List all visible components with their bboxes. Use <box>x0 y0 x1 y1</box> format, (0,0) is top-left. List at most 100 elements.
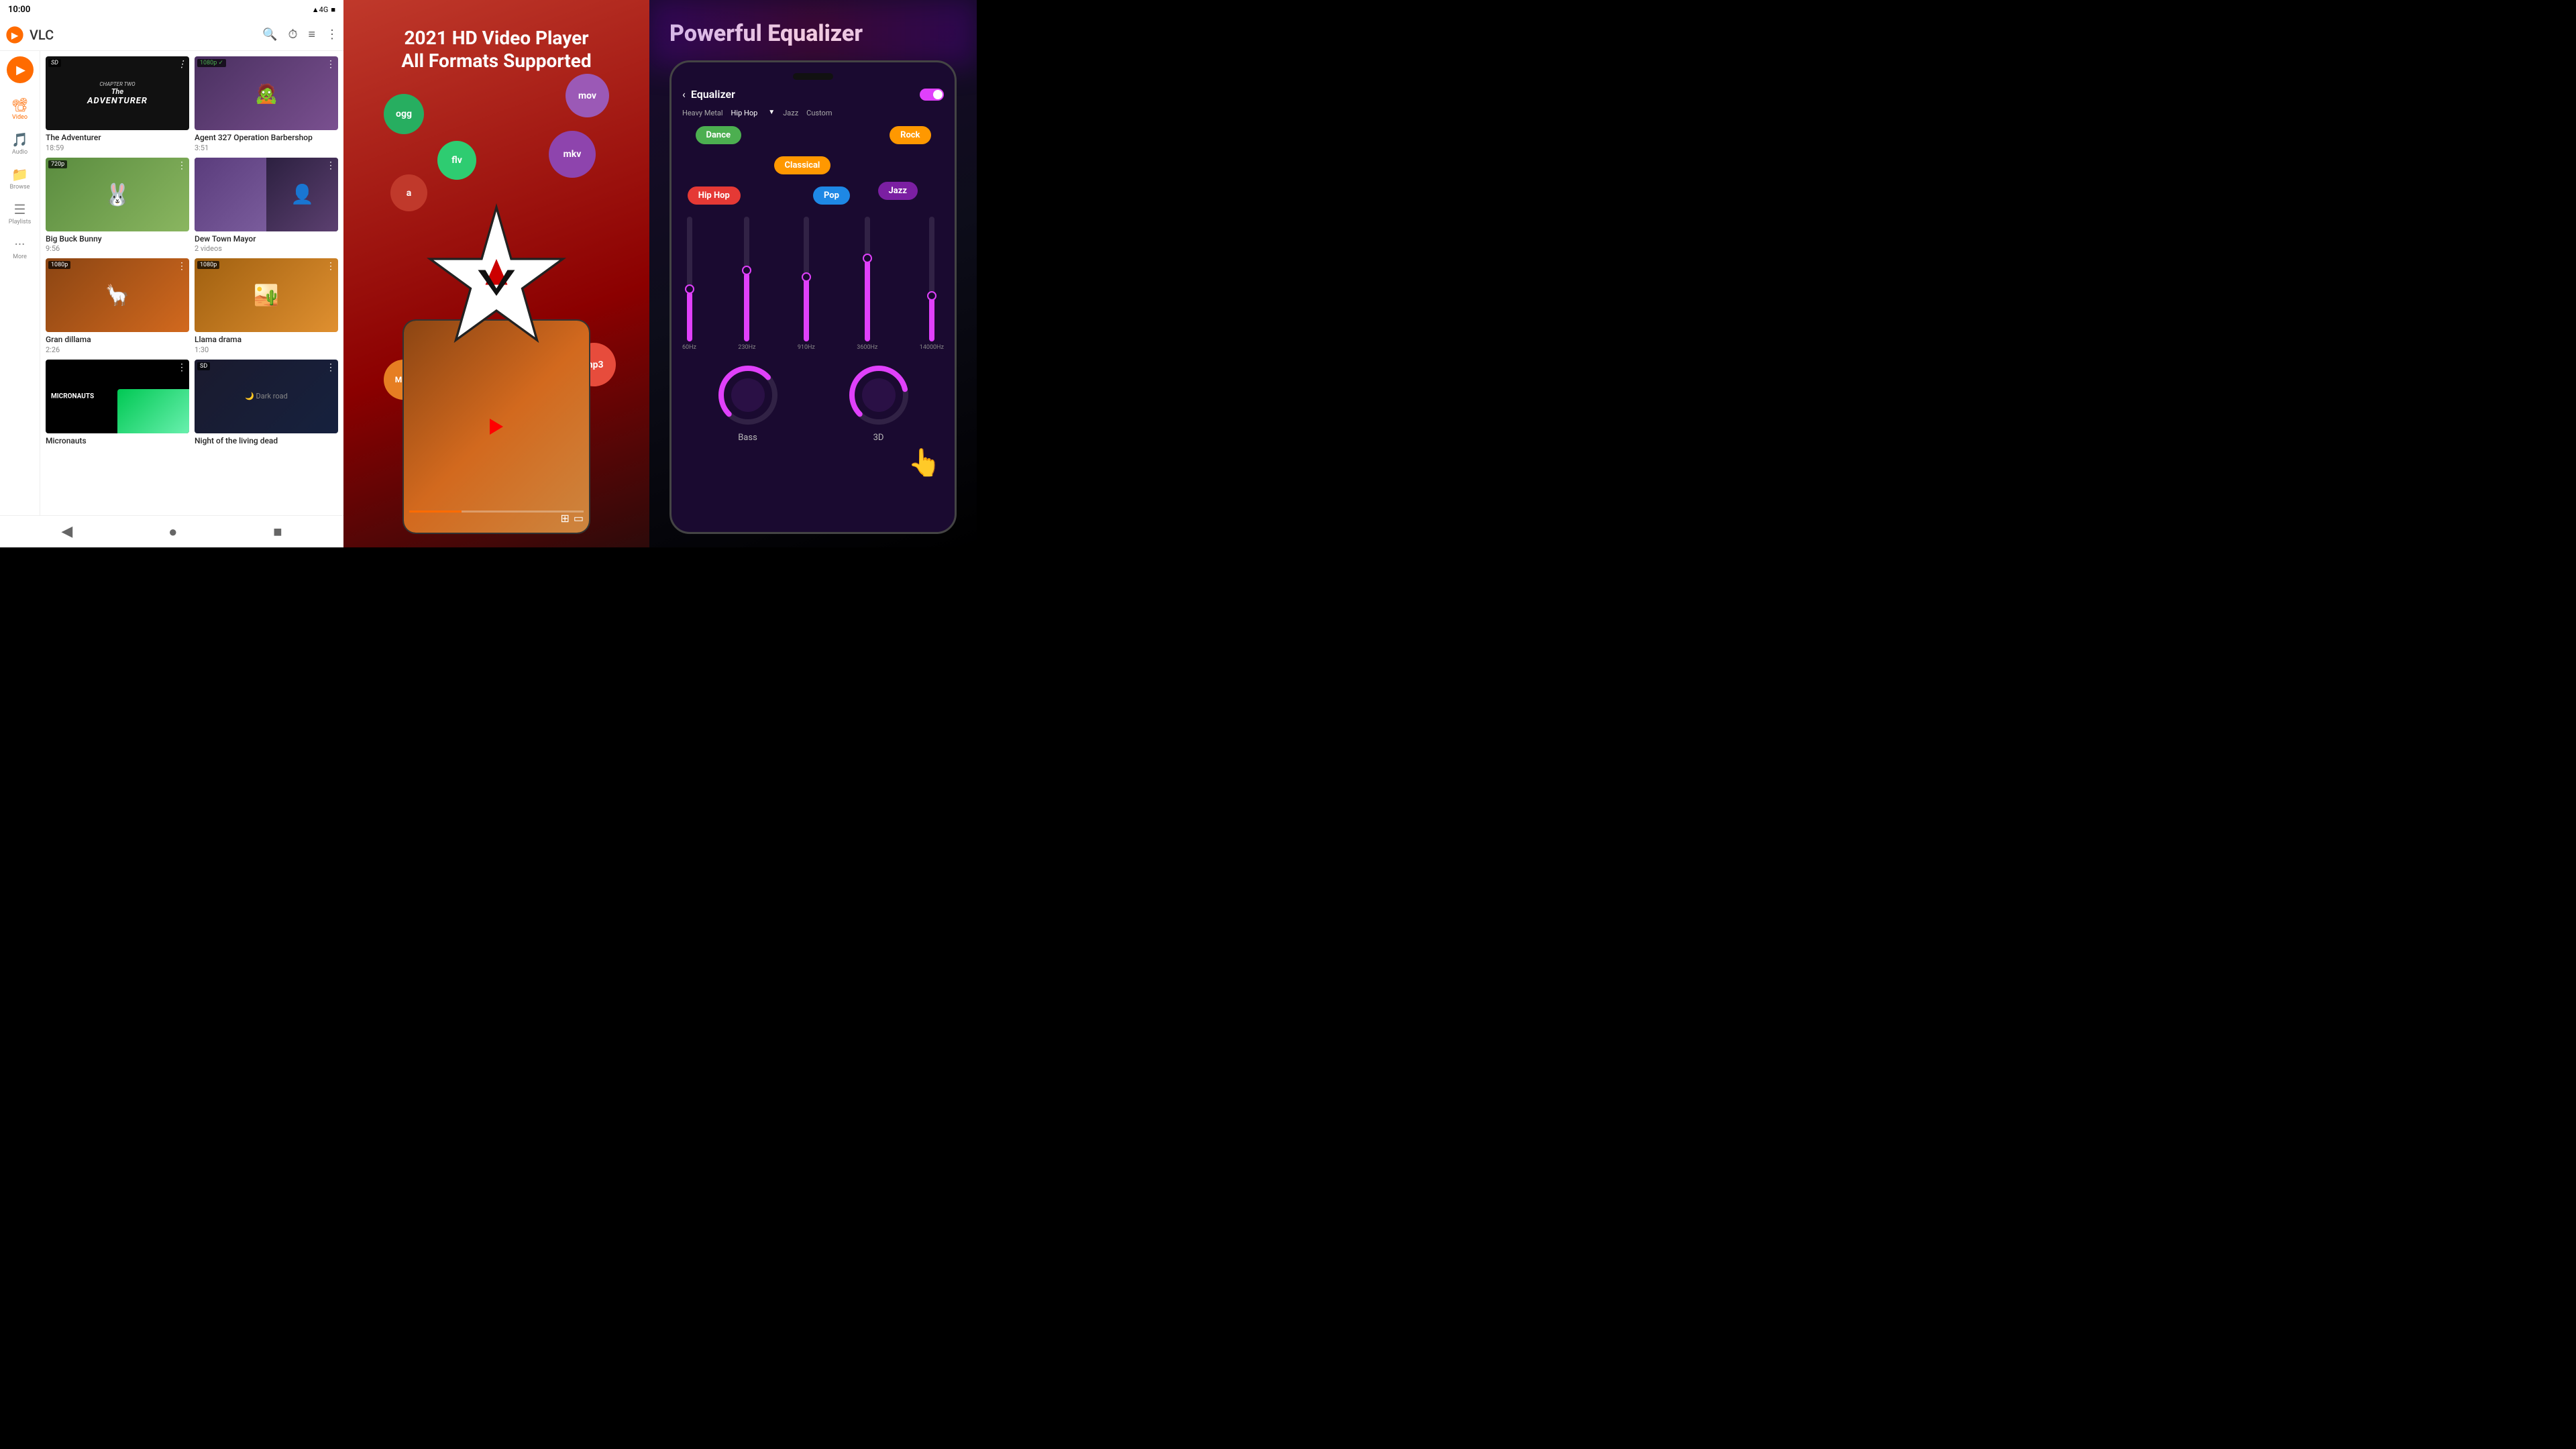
video-item-bigbuck[interactable]: 🐰 720p ⋮ Big Buck Bunny 9:56 <box>46 158 189 254</box>
format-bubble-mov: mov <box>566 74 609 117</box>
micronauts-text: MICRONAUTS <box>51 392 94 400</box>
recent-button[interactable]: ■ <box>273 523 282 541</box>
history-icon[interactable]: ⏱ <box>288 28 297 42</box>
ad-phone-grid-icon: ⊞ <box>560 512 569 525</box>
sidebar-label-video: Video <box>12 114 28 121</box>
app-title: VLC <box>30 27 262 43</box>
eq-preset-custom[interactable]: Custom <box>806 109 832 117</box>
eq-toggle[interactable] <box>920 89 944 101</box>
eq-preset-jazz[interactable]: Jazz <box>783 109 798 117</box>
eq-toggle-dot <box>933 90 943 99</box>
eq-hand-cursor: 👆 <box>908 447 941 478</box>
video-more-night[interactable]: ⋮ <box>326 362 335 373</box>
eq-preset-hiphop[interactable]: Hip Hop <box>731 109 758 117</box>
video-item-gran[interactable]: 🦙 1080p ⋮ Gran dillama 2:26 <box>46 258 189 354</box>
status-time: 10:00 <box>8 5 30 15</box>
genre-tag-rock[interactable]: Rock <box>890 126 930 144</box>
genre-tag-classical[interactable]: Classical <box>774 156 831 174</box>
video-icon: 📽 <box>11 97 28 113</box>
eq-slider-track-60hz[interactable] <box>687 217 692 341</box>
video-more-gran[interactable]: ⋮ <box>177 261 186 272</box>
video-item-dewtown[interactable]: 👤 ⋮ Dew Town Mayor 2 videos <box>195 158 338 254</box>
more-menu-icon[interactable]: ⋮ <box>326 28 338 42</box>
eq-freq-label-14000hz: 14000Hz <box>920 344 944 351</box>
eq-back-button[interactable]: ‹ <box>682 88 686 101</box>
eq-slider-track-14000hz[interactable] <box>929 217 934 341</box>
eq-freq-label-910hz: 910Hz <box>798 344 815 351</box>
audio-icon: 🎵 <box>11 131 28 148</box>
sidebar-label-more: More <box>13 254 27 260</box>
status-bar: 10:00 ▲4G ■ <box>0 0 343 19</box>
video-duration-gran: 2:26 <box>46 345 189 354</box>
video-badge-gran-1080p: 1080p <box>48 261 70 269</box>
eq-header-title: Equalizer <box>691 88 920 101</box>
ad-phone-controls: ⊞ ▭ <box>404 509 589 527</box>
video-title-micronauts: Micronauts <box>46 436 189 447</box>
video-more-agent327[interactable]: ⋮ <box>326 59 335 70</box>
video-title-dewtown: Dew Town Mayor <box>195 234 338 245</box>
video-title-bigbuck: Big Buck Bunny <box>46 234 189 245</box>
sidebar-item-more[interactable]: ··· More <box>0 231 40 266</box>
eq-slider-fill-14000hz <box>929 298 934 341</box>
eq-preset-heavymetal[interactable]: Heavy Metal <box>682 109 723 117</box>
eq-knob-3d[interactable] <box>845 362 912 429</box>
genre-tag-pop[interactable]: Pop <box>813 186 850 205</box>
ad-title: 2021 HD Video Player All Formats Support… <box>401 27 591 72</box>
genre-tag-dance[interactable]: Dance <box>696 126 742 144</box>
video-item-micronauts[interactable]: MICRONAUTS ⋮ Micronauts <box>46 360 189 447</box>
video-item-night[interactable]: 🌙 Dark road SD ⋮ Night of the living dea… <box>195 360 338 447</box>
eq-slider-track-230hz[interactable] <box>744 217 749 341</box>
eq-knobs: Bass 3D <box>682 362 944 443</box>
video-badge-720p: 720p <box>48 160 67 168</box>
video-more-dewtown[interactable]: ⋮ <box>326 160 335 171</box>
eq-slider-910hz: 910Hz <box>798 217 815 351</box>
sort-icon[interactable]: ≡ <box>308 28 315 42</box>
sidebar-item-audio[interactable]: 🎵 Audio <box>0 126 40 161</box>
star-logo-icon <box>423 200 570 347</box>
eq-knob-bass[interactable] <box>714 362 782 429</box>
playlists-icon: ☰ <box>14 201 26 217</box>
video-duration-adventurer: 18:59 <box>46 144 189 152</box>
ad-phone-cast-icon: ▭ <box>574 512 584 525</box>
eq-freq-label-60hz: 60Hz <box>682 344 696 351</box>
eq-phone-mockup: ‹ Equalizer Heavy Metal Hip Hop ▼ Jazz C… <box>669 60 957 534</box>
video-more-llama[interactable]: ⋮ <box>326 261 335 272</box>
eq-slider-thumb-14000hz <box>927 291 936 301</box>
sidebar-item-video[interactable]: 📽 Video <box>0 91 40 126</box>
search-icon[interactable]: 🔍 <box>262 28 277 42</box>
video-badge-sd: SD <box>48 59 61 67</box>
video-title-llama: Llama drama <box>195 335 338 345</box>
video-item-llama[interactable]: 🏜️ 1080p ⋮ Llama drama 1:30 <box>195 258 338 354</box>
eq-slider-thumb-910hz <box>802 272 811 282</box>
video-more-adventurer[interactable]: ⋮ <box>177 59 186 70</box>
vlc-sidebar: ▶ 📽 Video 🎵 Audio 📁 Browse ☰ Playlists <box>0 51 40 515</box>
video-duration-bigbuck: 9:56 <box>46 244 189 253</box>
eq-slider-track-910hz[interactable] <box>804 217 809 341</box>
home-button[interactable]: ● <box>168 523 177 541</box>
eq-slider-track-3600hz[interactable] <box>865 217 870 341</box>
play-button[interactable]: ▶ <box>7 56 34 83</box>
sidebar-item-browse[interactable]: 📁 Browse <box>0 161 40 196</box>
eq-knob-bass-container: Bass <box>714 362 782 443</box>
eq-title: Powerful Equalizer <box>669 20 957 47</box>
dewtown-half1 <box>195 158 266 231</box>
genre-tag-hiphop[interactable]: Hip Hop <box>688 186 741 205</box>
video-grid-container: CHAPTER TWO The ADVENTURER SD ⋮ The Adve… <box>40 51 343 515</box>
video-more-bigbuck[interactable]: ⋮ <box>177 160 186 171</box>
sidebar-item-playlists[interactable]: ☰ Playlists <box>0 196 40 231</box>
genre-tag-jazz[interactable]: Jazz <box>878 182 918 200</box>
status-icons: ▲4G ■ <box>312 5 335 14</box>
eq-slider-14000hz: 14000Hz <box>920 217 944 351</box>
back-button[interactable]: ◀ <box>61 523 72 540</box>
video-title-adventurer: The Adventurer <box>46 133 189 144</box>
eq-slider-fill-230hz <box>744 273 749 341</box>
video-more-micronauts[interactable]: ⋮ <box>177 362 186 373</box>
video-badge-night-sd: SD <box>197 362 210 370</box>
bottom-nav: ◀ ● ■ <box>0 515 343 547</box>
sidebar-label-browse: Browse <box>10 184 30 191</box>
signal-icon: ▲4G <box>312 5 329 14</box>
eq-slider-60hz: 60Hz <box>682 217 696 351</box>
video-title-gran: Gran dillama <box>46 335 189 345</box>
video-item-adventurer[interactable]: CHAPTER TWO The ADVENTURER SD ⋮ The Adve… <box>46 56 189 152</box>
video-item-agent327[interactable]: 🧟 1080p ✓ ⋮ Agent 327 Operation Barbersh… <box>195 56 338 152</box>
